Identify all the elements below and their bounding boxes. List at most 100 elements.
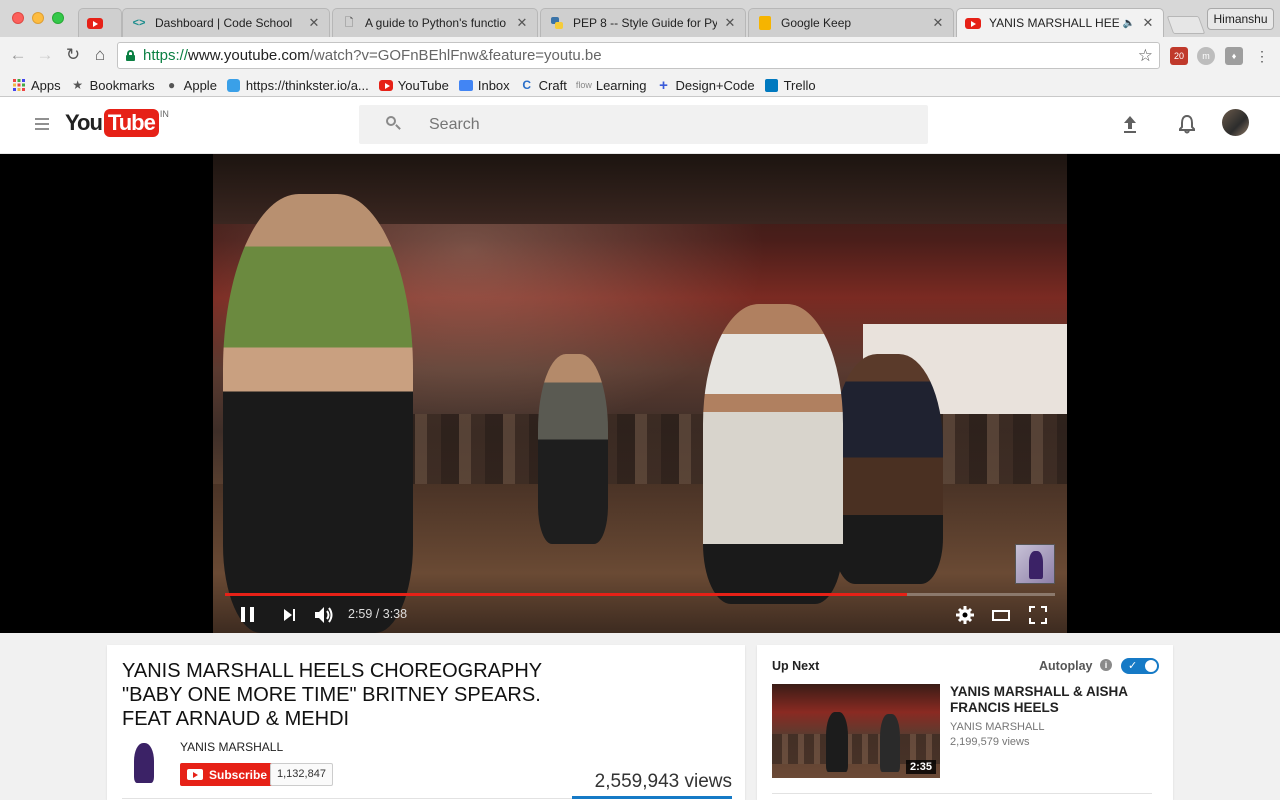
youtube-logo[interactable]: You Tube IN: [65, 109, 169, 137]
address-bar[interactable]: https://www.youtube.com/watch?v=GOFnBEhl…: [117, 42, 1160, 69]
close-icon[interactable]: ✕: [1141, 15, 1155, 31]
bookmarks-bar: Apps ★ Bookmarks ● Apple https://thinkst…: [0, 74, 1280, 97]
bookmark-inbox[interactable]: Inbox: [458, 77, 510, 93]
tab-title: Dashboard | Code School: [155, 16, 293, 30]
star-icon: ★: [72, 78, 84, 92]
youtube-header: You Tube IN: [0, 97, 1280, 154]
search-box[interactable]: [359, 105, 928, 144]
bookmark-apple[interactable]: ● Apple: [165, 78, 217, 93]
craft-icon: C: [522, 78, 531, 92]
python-icon: [549, 15, 565, 31]
video-title: YANIS MARSHALL HEELS CHOREOGRAPHY "BABY …: [122, 660, 542, 730]
time-display: 2:59 / 3:38: [348, 607, 408, 621]
home-icon[interactable]: ⌂: [90, 45, 110, 65]
browser-chrome: <> Dashboard | Code School ✕ 🗋 A guide t…: [0, 0, 1280, 97]
bookmark-trello[interactable]: Trello: [765, 78, 816, 93]
window-close-button[interactable]: [12, 12, 24, 24]
video-scene-dancer: [538, 354, 608, 544]
close-icon[interactable]: ✕: [931, 15, 945, 31]
toggle-knob: [1144, 659, 1158, 673]
country-code: IN: [159, 109, 169, 119]
info-icon[interactable]: i: [1100, 659, 1112, 671]
user-avatar[interactable]: [1222, 109, 1249, 136]
subscribe-button[interactable]: Subscribe: [180, 763, 275, 786]
sentiment-bar: [572, 796, 732, 799]
bookmark-design-code[interactable]: + Design+Code: [656, 76, 755, 94]
next-video-thumbnail[interactable]: 2:35: [772, 684, 940, 778]
view-count: 2,559,943 views: [594, 771, 732, 792]
bookmark-bookmarks[interactable]: ★ Bookmarks: [71, 78, 154, 93]
hamburger-menu-icon[interactable]: [35, 118, 49, 130]
back-icon[interactable]: ←: [8, 45, 28, 65]
plus-icon: +: [659, 76, 668, 94]
close-icon[interactable]: ✕: [723, 15, 737, 31]
video-scene-dancer: [833, 354, 943, 584]
window-zoom-button[interactable]: [52, 12, 64, 24]
next-video-channel[interactable]: YANIS MARSHALL: [950, 721, 1045, 733]
profile-button[interactable]: Himanshu: [1207, 8, 1274, 30]
bookmark-label: Craft: [538, 77, 567, 93]
code-school-icon: <>: [132, 17, 146, 29]
thinkster-icon: [227, 78, 241, 92]
fullscreen-icon[interactable]: [1029, 602, 1047, 628]
bookmark-star-icon[interactable]: ☆: [1138, 43, 1153, 68]
forward-icon[interactable]: →: [35, 45, 55, 65]
video-info-card: YANIS MARSHALL HEELS CHOREOGRAPHY "BABY …: [107, 645, 745, 800]
tab-youtube-pinned[interactable]: [78, 8, 122, 37]
reload-icon[interactable]: ↻: [63, 45, 83, 65]
channel-watermark[interactable]: [1015, 544, 1055, 584]
window-minimize-button[interactable]: [32, 12, 44, 24]
upload-icon[interactable]: [1119, 113, 1143, 137]
speaker-icon[interactable]: 🔈: [1123, 18, 1135, 29]
channel-name[interactable]: YANIS MARSHALL: [180, 740, 283, 754]
close-icon[interactable]: ✕: [307, 15, 321, 31]
bookmark-label: Design+Code: [675, 77, 755, 93]
bookmark-youtube[interactable]: YouTube: [378, 78, 449, 93]
notifications-bell-icon[interactable]: [1176, 113, 1200, 137]
bookmark-thinkster[interactable]: https://thinkster.io/a...: [227, 78, 369, 93]
pause-button[interactable]: [241, 602, 257, 628]
bookmark-label: https://thinkster.io/a...: [245, 77, 369, 93]
bookmark-apps[interactable]: Apps: [12, 78, 61, 93]
bookmark-label: Inbox: [477, 77, 510, 93]
checkmark-icon: ✓: [1128, 660, 1138, 672]
toolbar: ← → ↻ ⌂ https://www.youtube.com/watch?v=…: [0, 37, 1280, 74]
autoplay-label: Autoplay: [1039, 659, 1093, 673]
video-frame[interactable]: [213, 154, 1067, 633]
lock-icon: [126, 50, 135, 61]
progress-bar[interactable]: [225, 593, 1055, 596]
extension-badge: 20: [1173, 51, 1184, 61]
new-tab-button[interactable]: [1166, 16, 1206, 34]
bookmark-craft[interactable]: C Craft: [520, 78, 567, 93]
next-button[interactable]: [283, 602, 297, 628]
tab-strip: <> Dashboard | Code School ✕ 🗋 A guide t…: [0, 0, 1280, 37]
up-next-panel: Up Next Autoplay i ✓ 2:35 YANIS MARSHALL…: [757, 645, 1173, 800]
tab-pep8[interactable]: PEP 8 -- Style Guide for Py ✕: [540, 8, 746, 37]
tab-title: PEP 8 -- Style Guide for Py: [573, 16, 717, 30]
settings-gear-icon[interactable]: [956, 602, 974, 628]
channel-avatar[interactable]: [122, 741, 167, 786]
menu-kebab-icon[interactable]: ⋮: [1253, 47, 1271, 65]
bookmark-learning[interactable]: flow Learning: [576, 78, 647, 93]
calendar-extension-icon[interactable]: 20: [1170, 47, 1188, 65]
tab-title: YANIS MARSHALL HEEL: [989, 16, 1119, 30]
tab-google-keep[interactable]: Google Keep ✕: [748, 8, 954, 37]
extension-m-icon[interactable]: m: [1197, 47, 1215, 65]
tab-title: A guide to Python's functio: [365, 16, 507, 30]
next-video-title[interactable]: YANIS MARSHALL & AISHA FRANCIS HEELS: [950, 684, 1150, 716]
search-icon[interactable]: [386, 116, 401, 130]
theater-mode-icon[interactable]: [992, 602, 1010, 628]
search-input[interactable]: [429, 114, 909, 136]
tab-python-guide[interactable]: 🗋 A guide to Python's functio ✕: [332, 8, 538, 37]
video-scene-dancer: [703, 304, 843, 604]
close-icon[interactable]: ✕: [515, 15, 529, 31]
volume-icon[interactable]: [314, 602, 336, 628]
apple-icon: ●: [168, 78, 176, 92]
url-text: https://www.youtube.com/watch?v=GOFnBEhl…: [143, 47, 602, 64]
tab-code-school[interactable]: <> Dashboard | Code School ✕: [122, 8, 330, 37]
tab-youtube-video[interactable]: YANIS MARSHALL HEEL 🔈 ✕: [956, 8, 1164, 37]
autoplay-toggle[interactable]: ✓: [1121, 658, 1159, 674]
keep-extension-icon[interactable]: ♦: [1225, 47, 1243, 65]
youtube-icon: [965, 15, 981, 31]
video-player[interactable]: 2:59 / 3:38: [0, 154, 1280, 633]
